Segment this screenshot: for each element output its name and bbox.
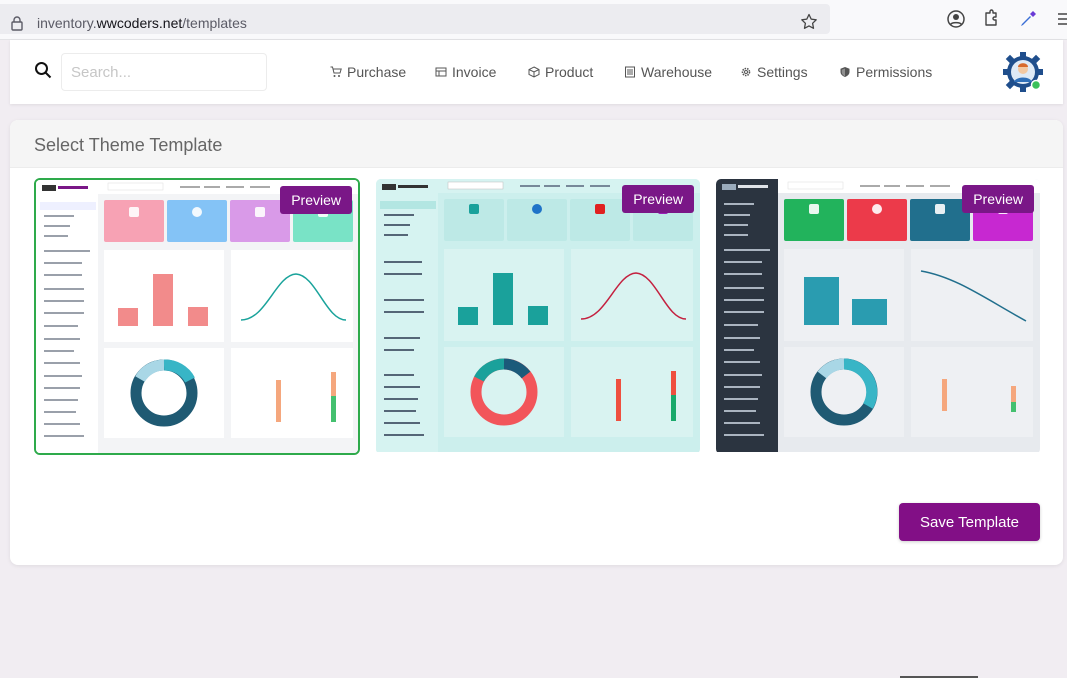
- warehouse-icon: [625, 66, 635, 78]
- preview-button-1[interactable]: Preview: [280, 186, 352, 214]
- box-icon: [528, 66, 540, 78]
- invoice-icon: [435, 67, 447, 77]
- menu-icon[interactable]: [1054, 9, 1067, 29]
- lock-icon: [11, 16, 23, 31]
- gear-icon: [741, 67, 751, 77]
- nav-product[interactable]: Product: [528, 64, 593, 80]
- cart-icon: [330, 66, 342, 77]
- address-bar[interactable]: inventory.wwcoders.net/templates: [0, 4, 830, 34]
- url-prefix: inventory.: [37, 15, 97, 31]
- eyedropper-icon[interactable]: [1018, 9, 1038, 29]
- search-icon[interactable]: [34, 61, 52, 79]
- top-navbar: Purchase Invoice Product Warehouse Setti…: [10, 40, 1063, 104]
- save-template-button[interactable]: Save Template: [899, 503, 1040, 541]
- url-path: /templates: [182, 15, 247, 31]
- url-text[interactable]: inventory.wwcoders.net/templates: [37, 15, 247, 31]
- preview-button-2[interactable]: Preview: [622, 185, 694, 213]
- template-option-2[interactable]: Preview: [375, 178, 701, 455]
- nav-purchase[interactable]: Purchase: [330, 64, 406, 80]
- account-icon[interactable]: [946, 9, 966, 29]
- template-thumbnail-1: [36, 180, 358, 453]
- page-title: Select Theme Template: [34, 135, 223, 155]
- nav-invoice-label: Invoice: [452, 64, 497, 80]
- nav-permissions-label: Permissions: [856, 64, 933, 80]
- nav-permissions[interactable]: Permissions: [839, 64, 932, 80]
- nav-product-label: Product: [545, 64, 594, 80]
- nav-settings-label: Settings: [757, 64, 808, 80]
- browser-toolbar: inventory.wwcoders.net/templates: [0, 0, 1067, 40]
- search-input[interactable]: [61, 53, 267, 91]
- user-avatar[interactable]: [1003, 52, 1043, 92]
- template-thumbnail-2: [376, 179, 700, 452]
- bookmark-star-icon[interactable]: [800, 13, 818, 31]
- template-option-3[interactable]: Preview: [715, 178, 1041, 455]
- template-selection-card: Select Theme Template Preview Preview Pr…: [10, 120, 1063, 565]
- template-thumbnail-3: [716, 179, 1040, 452]
- nav-warehouse[interactable]: Warehouse: [624, 64, 712, 80]
- nav-invoice[interactable]: Invoice: [435, 64, 496, 80]
- nav-settings[interactable]: Settings: [740, 64, 808, 80]
- nav-warehouse-label: Warehouse: [641, 64, 713, 80]
- extensions-icon[interactable]: [981, 9, 1001, 29]
- template-option-1[interactable]: Preview: [34, 178, 360, 455]
- card-header: Select Theme Template: [10, 120, 1063, 168]
- nav-purchase-label: Purchase: [347, 64, 407, 80]
- shield-icon: [840, 67, 850, 77]
- url-host: wwcoders.net: [96, 15, 183, 31]
- preview-button-3[interactable]: Preview: [962, 185, 1034, 213]
